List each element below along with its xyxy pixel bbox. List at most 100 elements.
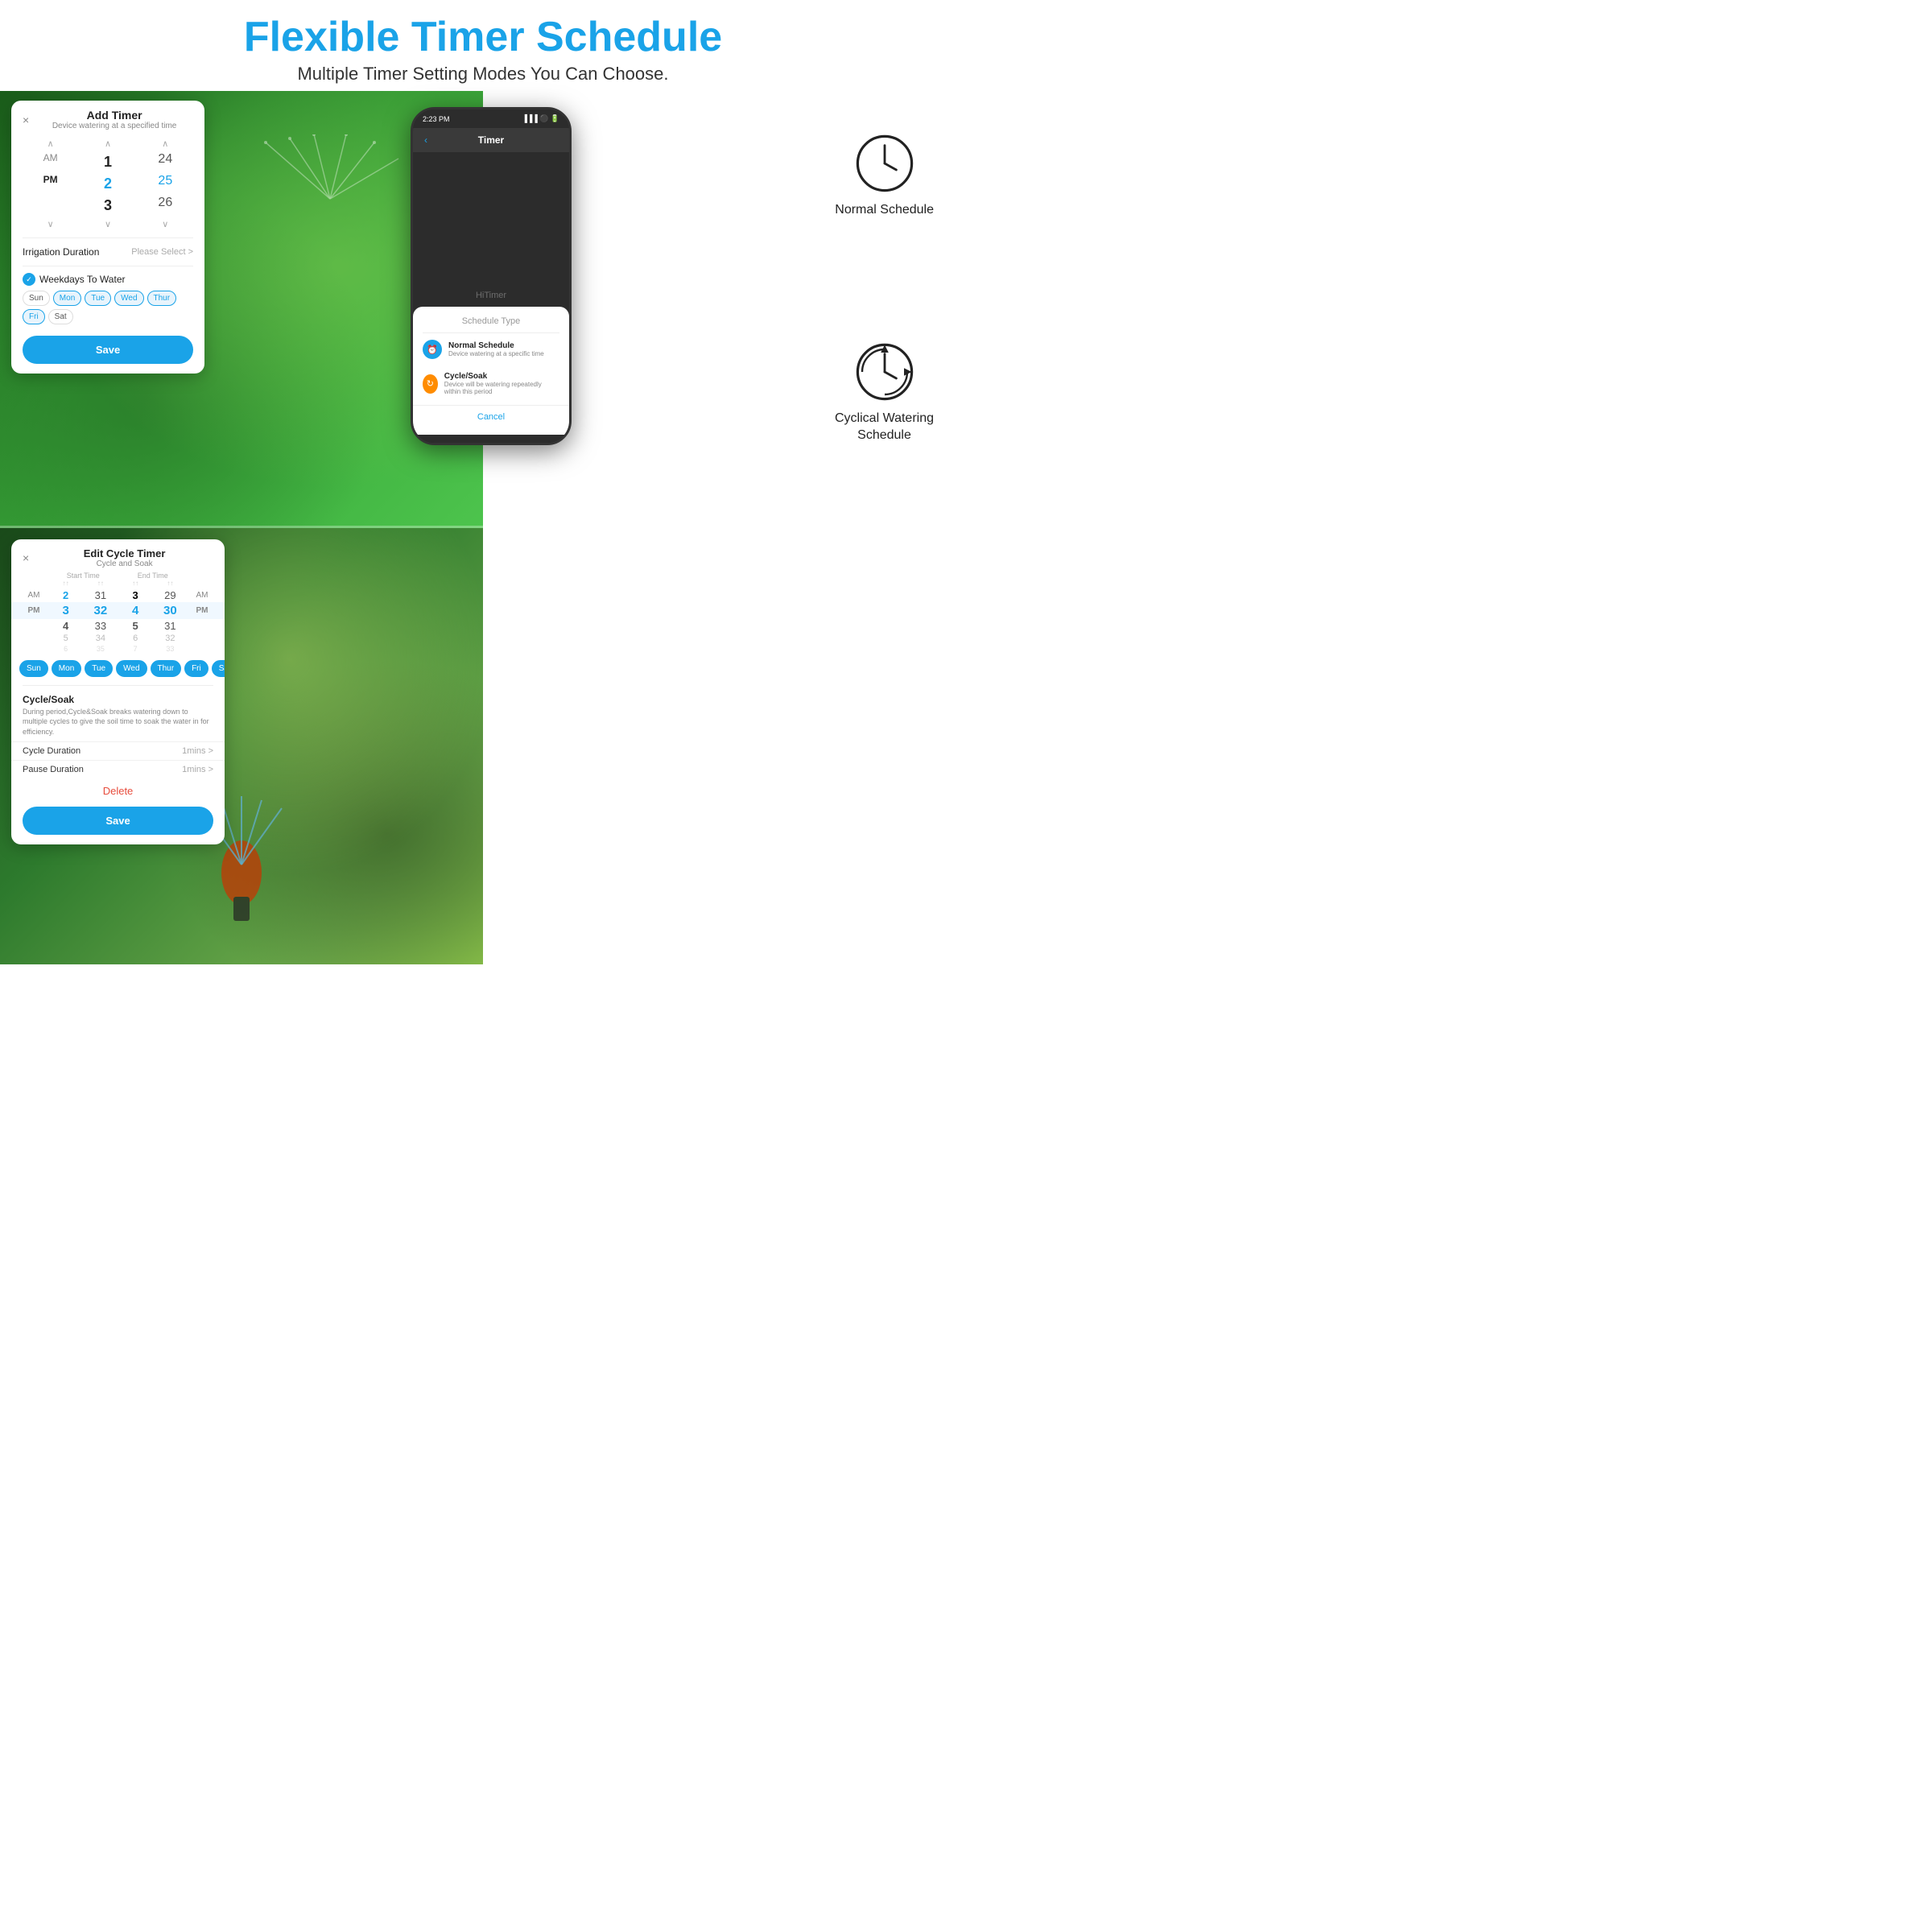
phone-container: 2:23 PM ▐▐▐ ⚫ 🔋 ‹ Timer HiTimer Schedule… — [411, 107, 572, 445]
pause-duration-val[interactable]: 1mins > — [182, 765, 213, 774]
pause-duration-row[interactable]: Pause Duration 1mins > — [11, 760, 225, 778]
phone-signal: ▐▐▐ ⚫ 🔋 — [522, 114, 559, 123]
cycle-day-thur[interactable]: Thur — [151, 660, 182, 677]
day-pill-tue[interactable]: Tue — [85, 291, 111, 306]
nav-arrow-up-left: ∧ — [23, 137, 78, 151]
cycle-duration-label: Cycle Duration — [23, 746, 80, 756]
sprinkler-effect — [250, 134, 411, 255]
min-25: 25 — [138, 174, 193, 194]
phone-body: HiTimer Schedule Type ⏰ Normal Schedule … — [413, 152, 569, 443]
cycle-time-row-5: 6 35 7 33 — [11, 644, 225, 655]
cycle-duration-val[interactable]: 1mins > — [182, 746, 213, 756]
irrigation-row[interactable]: Irrigation Duration Please Select > — [11, 242, 204, 262]
divider-1 — [23, 237, 193, 238]
check-icon: ✓ — [23, 273, 35, 286]
weekdays-check: ✓ Weekdays To Water — [23, 273, 193, 286]
page-title: Flexible Timer Schedule — [16, 14, 950, 60]
cycle-day-sun[interactable]: Sun — [19, 660, 48, 677]
normal-schedule-icon: ⏰ — [423, 340, 442, 359]
phone-device: 2:23 PM ▐▐▐ ⚫ 🔋 ‹ Timer HiTimer Schedule… — [411, 107, 572, 445]
normal-schedule-text: Normal Schedule Device watering at a spe… — [448, 341, 544, 357]
normal-schedule-option[interactable]: ⏰ Normal Schedule Device watering at a s… — [413, 333, 569, 365]
page-header: Flexible Timer Schedule Multiple Timer S… — [0, 0, 966, 91]
ampm-am: AM — [23, 152, 78, 172]
cycle-day-pills: Sun Mon Tue Wed Thur Fri Sat — [11, 655, 225, 682]
phone-screen: 2:23 PM ▐▐▐ ⚫ 🔋 ‹ Timer HiTimer Schedule… — [413, 109, 569, 443]
cycle-time-row-2: PM 3 32 4 30 PM — [11, 602, 225, 619]
cycle-day-sat[interactable]: Sat — [212, 660, 225, 677]
day-pill-sat[interactable]: Sat — [48, 309, 73, 324]
day-pill-fri[interactable]: Fri — [23, 309, 45, 324]
end-time-header: End Time — [118, 572, 188, 580]
day-pill-mon[interactable]: Mon — [53, 291, 81, 306]
cycle-soak-text: Cycle/Soak Device will be watering repea… — [444, 372, 559, 395]
nav-arrow-down-left: ∨ — [23, 217, 78, 231]
cycle-time-row-4: 5 34 6 32 — [11, 633, 225, 644]
cycle-day-tue[interactable]: Tue — [85, 660, 113, 677]
cycle-soak-option[interactable]: ↻ Cycle/Soak Device will be watering rep… — [413, 365, 569, 402]
cycle-time-subheader: ↑↑↑↑ ↑↑↑↑ — [11, 580, 225, 588]
cycle-card-title: Edit Cycle Timer — [35, 547, 213, 559]
cycle-soak-icon: ↻ — [423, 374, 438, 394]
phone-watermark: HiTimer — [476, 291, 506, 300]
phone-nav-title: Timer — [478, 134, 504, 146]
phone-status-bar: 2:23 PM ▐▐▐ ⚫ 🔋 — [413, 109, 569, 128]
day-pills: Sun Mon Tue Wed Thur Fri Sat — [23, 291, 193, 324]
phone-time: 2:23 PM — [423, 115, 450, 123]
cycle-duration-row[interactable]: Cycle Duration 1mins > — [11, 741, 225, 760]
day-pill-wed[interactable]: Wed — [114, 291, 143, 306]
ampm-am-cycle: AM — [19, 591, 48, 600]
cyclical-watering-section: Cyclical Watering Schedule — [835, 340, 934, 444]
save-button[interactable]: Save — [23, 336, 193, 364]
cycle-time-header: Start Time End Time — [11, 572, 225, 580]
nav-arrow-up-right: ∧ — [138, 137, 193, 151]
cycle-day-fri[interactable]: Fri — [184, 660, 208, 677]
close-icon[interactable]: × — [23, 114, 29, 126]
time-picker: ∧ ∧ ∧ AM 1 24 PM 2 25 3 26 ∨ ∨ ∨ — [11, 134, 204, 234]
main-grid: × Add Timer Device watering at a specifi… — [0, 91, 966, 964]
right-panel: 2:23 PM ▐▐▐ ⚫ 🔋 ‹ Timer HiTimer Schedule… — [483, 91, 966, 964]
irrigation-select[interactable]: Please Select > — [131, 247, 193, 257]
start-time-header: Start Time — [48, 572, 118, 580]
delete-button[interactable]: Delete — [11, 778, 225, 803]
min-24: 24 — [138, 152, 193, 172]
nav-arrow-down-right: ∨ — [138, 217, 193, 231]
hour-1: 1 — [80, 152, 135, 172]
normal-clock-icon — [852, 131, 917, 196]
cancel-button[interactable]: Cancel — [413, 405, 569, 428]
weekdays-label: Weekdays To Water — [39, 274, 126, 285]
cycle-timer-card: × Edit Cycle Timer Cycle and Soak Start … — [11, 539, 225, 845]
cycle-soak-label: Cycle/Soak — [444, 372, 559, 381]
nav-arrow-up-mid: ∧ — [80, 137, 135, 151]
hour-2: 2 — [80, 174, 135, 194]
cycle-soak-desc-phone: Device will be watering repeatedly withi… — [444, 381, 559, 395]
timer-card-title: Add Timer — [35, 109, 193, 122]
page-subtitle: Multiple Timer Setting Modes You Can Cho… — [16, 64, 950, 85]
irrigation-label: Irrigation Duration — [23, 246, 99, 258]
cycle-soak-desc: During period,Cycle&Soak breaks watering… — [23, 707, 213, 737]
nav-arrow-down-mid: ∨ — [80, 217, 135, 231]
hour-3: 3 — [80, 196, 135, 216]
cycle-soak-title: Cycle/Soak — [23, 694, 213, 705]
phone-nav-bar: ‹ Timer — [413, 128, 569, 152]
cycle-time-row-3: 4 33 5 31 — [11, 619, 225, 633]
timer-card-subtitle: Device watering at a specified time — [35, 122, 193, 130]
cycle-day-wed[interactable]: Wed — [116, 660, 147, 677]
phone-back-icon[interactable]: ‹ — [424, 134, 427, 146]
cycle-card-subtitle: Cycle and Soak — [35, 559, 213, 568]
cycle-card-header: × Edit Cycle Timer Cycle and Soak — [11, 539, 225, 572]
ampm-empty — [23, 196, 78, 216]
ampm-pm: PM — [23, 174, 78, 194]
pause-duration-label: Pause Duration — [23, 765, 84, 774]
normal-schedule-desc: Device watering at a specific time — [448, 350, 544, 357]
cycle-save-button[interactable]: Save — [23, 807, 213, 835]
cycle-day-mon[interactable]: Mon — [52, 660, 81, 677]
timer-card-title-block: Add Timer Device watering at a specified… — [35, 109, 193, 130]
cyclical-icon-label: Cyclical Watering Schedule — [835, 411, 934, 444]
add-timer-card: × Add Timer Device watering at a specifi… — [11, 101, 204, 374]
day-pill-thur[interactable]: Thur — [147, 291, 177, 306]
timer-card-header: × Add Timer Device watering at a specifi… — [11, 101, 204, 134]
cycle-close-icon[interactable]: × — [23, 551, 29, 564]
schedule-modal: Schedule Type ⏰ Normal Schedule Device w… — [413, 307, 569, 435]
day-pill-sun[interactable]: Sun — [23, 291, 50, 306]
